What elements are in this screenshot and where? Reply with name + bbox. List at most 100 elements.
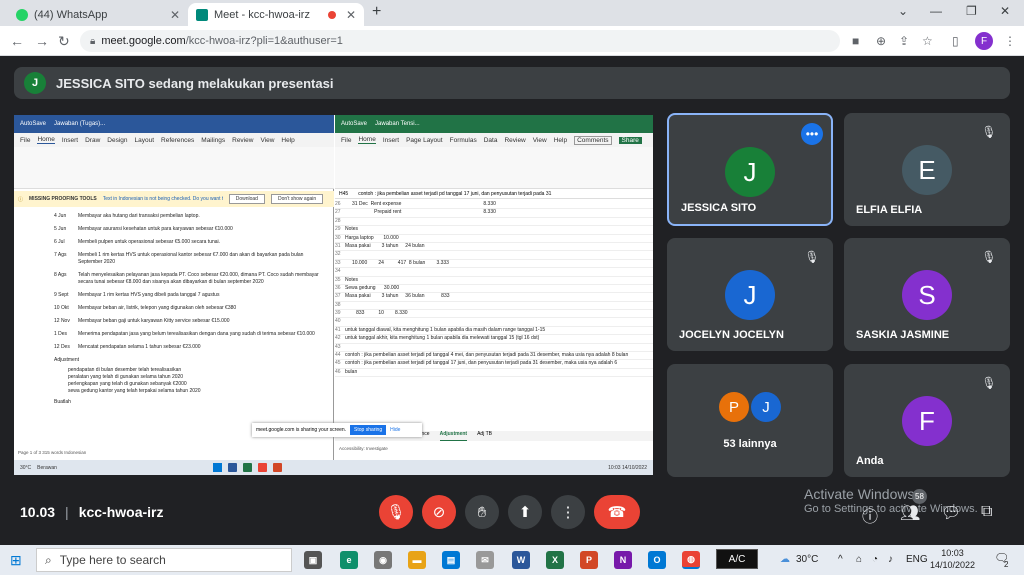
self-tile[interactable]: 🎙︎ F Anda: [844, 364, 1010, 477]
sheet-row[interactable]: 27 Prepaid rent 8.330: [335, 209, 653, 218]
sheet-row[interactable]: 31 Masa pakai 3 tahun 24 bulan: [335, 243, 653, 252]
sheet-tab-active[interactable]: Adjustment: [439, 431, 468, 441]
zoom-icon[interactable]: ⊕: [876, 34, 886, 48]
participant-tile-elfia[interactable]: 🎙︎ E ELFIA ELFIA: [844, 113, 1010, 226]
cell-reference[interactable]: H45: [339, 191, 348, 198]
sheet-row[interactable]: 44 contoh : jika pembelian asset terjadi …: [335, 352, 653, 361]
address-bar[interactable]: 🔒︎ meet.google.com/kcc-hwoa-irz?pli=1&au…: [80, 30, 840, 52]
menu-item[interactable]: File: [20, 137, 30, 144]
forward-icon[interactable]: →: [35, 33, 49, 49]
participant-tile-saskia[interactable]: 🎙︎ S SASKIA JASMINE: [844, 238, 1010, 351]
stop-sharing-button[interactable]: Stop sharing: [350, 425, 387, 435]
new-tab-button[interactable]: +: [372, 3, 381, 21]
wifi-icon[interactable]: ◔: [872, 554, 878, 565]
sheet-tab[interactable]: Adj TB: [477, 431, 492, 441]
close-tab-icon[interactable]: ✕: [170, 8, 180, 22]
meeting-details-icon[interactable]: ⓘ: [862, 503, 878, 527]
sheet-row[interactable]: 42 untuk tanggal akhir, kita menghitung 1…: [335, 335, 653, 344]
menu-item[interactable]: File: [341, 137, 351, 144]
tab-meet[interactable]: Meet - kcc-hwoa-irz ✕: [188, 3, 364, 26]
menu-item[interactable]: Draw: [85, 137, 100, 144]
others-tile[interactable]: P J 53 lainnya: [667, 364, 833, 477]
close-window-icon[interactable]: ✕: [1000, 4, 1010, 18]
sheet-row[interactable]: 38: [335, 302, 653, 311]
menu-item[interactable]: Data: [484, 137, 498, 144]
back-icon[interactable]: ←: [10, 33, 24, 49]
taskbar-temperature[interactable]: 30°C: [796, 554, 818, 565]
sheet-row[interactable]: 32: [335, 251, 653, 260]
edge-icon[interactable]: e: [340, 551, 358, 569]
taskbar-ac-tile[interactable]: A/C: [716, 549, 758, 569]
sheet-row[interactable]: 30 Harga laptop 10.000: [335, 235, 653, 243]
leave-call-button[interactable]: ☎︎: [594, 495, 640, 529]
menu-item[interactable]: Page Layout: [406, 137, 443, 144]
sheet-row[interactable]: 40: [335, 318, 653, 327]
hide-button[interactable]: Hide: [390, 427, 400, 433]
store-icon[interactable]: ▤: [442, 551, 460, 569]
camera-toggle-button[interactable]: ⊘: [422, 495, 456, 529]
close-tab-icon[interactable]: ✕: [346, 8, 356, 22]
menu-item[interactable]: Formulas: [450, 137, 477, 144]
sheet-row[interactable]: 37 Masa pakai 3 tahun 36 bulan 833: [335, 293, 653, 302]
volume-icon[interactable]: ♪: [888, 554, 893, 565]
raise-hand-button[interactable]: ✋︎: [465, 495, 499, 529]
present-button[interactable]: ⬆: [508, 495, 542, 529]
camera-app-icon[interactable]: ◉: [374, 551, 392, 569]
powerpoint-taskbar-icon[interactable]: P: [580, 551, 598, 569]
spreadsheet-grid[interactable]: 26 31 Dec Rent expense 8.330 27 Prepaid r…: [335, 201, 653, 456]
menu-kebab-icon[interactable]: ⋮: [1004, 34, 1016, 48]
language-indicator[interactable]: ENG: [906, 554, 928, 565]
participant-tile-jocelyn[interactable]: 🎙︎ J JOCELYN JOCELYN: [667, 238, 833, 351]
menu-item[interactable]: Layout: [135, 137, 155, 144]
tab-search-icon[interactable]: ⌄: [898, 4, 908, 18]
menu-item[interactable]: Insert: [383, 137, 399, 144]
sheet-row[interactable]: 28: [335, 218, 653, 227]
mic-toggle-button[interactable]: 🎙︎: [379, 495, 413, 529]
participant-tile-jessica[interactable]: ••• J JESSICA SITO: [667, 113, 833, 226]
tray-chevron-icon[interactable]: ^: [838, 554, 843, 565]
sheet-row[interactable]: 29 Notes: [335, 226, 653, 235]
file-explorer-icon[interactable]: ▬: [408, 551, 426, 569]
taskbar-search[interactable]: ⌕ Type here to search: [36, 548, 292, 572]
excel-taskbar-icon[interactable]: X: [546, 551, 564, 569]
sheet-row[interactable]: 45 contoh : jika pembelian asset terjadi …: [335, 360, 653, 369]
sheet-row[interactable]: 46 bulan: [335, 369, 653, 378]
sheet-row[interactable]: 39 833 10 8.330: [335, 310, 653, 319]
mail-icon[interactable]: ✉: [476, 551, 494, 569]
sheet-row[interactable]: 41 untuk tanggal diawal, kita menghitung …: [335, 327, 653, 336]
menu-item[interactable]: Review: [232, 137, 253, 144]
sheet-row[interactable]: 35 Notes: [335, 277, 653, 285]
more-options-icon[interactable]: •••: [801, 123, 823, 145]
side-panel-icon[interactable]: ▯: [952, 34, 959, 48]
word-taskbar-icon[interactable]: W: [512, 551, 530, 569]
menu-item[interactable]: View: [260, 137, 274, 144]
camera-icon[interactable]: ■: [852, 34, 859, 48]
reload-icon[interactable]: ↻: [58, 33, 70, 50]
profile-avatar[interactable]: F: [975, 32, 993, 50]
more-options-button[interactable]: ⋮: [551, 495, 585, 529]
dont-show-button[interactable]: Don't show again: [270, 194, 324, 204]
menu-item[interactable]: View: [533, 137, 547, 144]
share-button[interactable]: Share: [618, 136, 642, 144]
menu-item[interactable]: Design: [107, 137, 127, 144]
sheet-row[interactable]: 43: [335, 344, 653, 353]
chat-icon[interactable]: 💬︎: [941, 503, 961, 523]
menu-item[interactable]: References: [161, 137, 194, 144]
download-button[interactable]: Download: [228, 194, 265, 204]
chrome-taskbar-icon[interactable]: ◍: [682, 551, 700, 569]
menu-item[interactable]: Home: [37, 136, 55, 144]
formula-bar[interactable]: H45 contoh : jika pembelian asset terjad…: [335, 191, 653, 199]
network-icon[interactable]: ⌂: [856, 554, 862, 565]
menu-item[interactable]: Home: [358, 136, 376, 144]
onenote-taskbar-icon[interactable]: N: [614, 551, 632, 569]
taskbar-clock[interactable]: 10:03 14/10/2022: [930, 548, 975, 571]
minimize-icon[interactable]: —: [930, 4, 942, 18]
start-icon[interactable]: ⊞: [10, 552, 22, 569]
share-icon[interactable]: ⇪: [899, 34, 909, 48]
tab-whatsapp[interactable]: (44) WhatsApp ✕: [8, 3, 188, 26]
activities-icon[interactable]: ⧉: [981, 503, 992, 521]
task-view-icon[interactable]: ▣: [304, 551, 322, 569]
menu-item[interactable]: Mailings: [201, 137, 225, 144]
comments-button[interactable]: Comments: [574, 135, 612, 145]
sheet-row[interactable]: 36 Sewa gedung 30.000: [335, 285, 653, 294]
